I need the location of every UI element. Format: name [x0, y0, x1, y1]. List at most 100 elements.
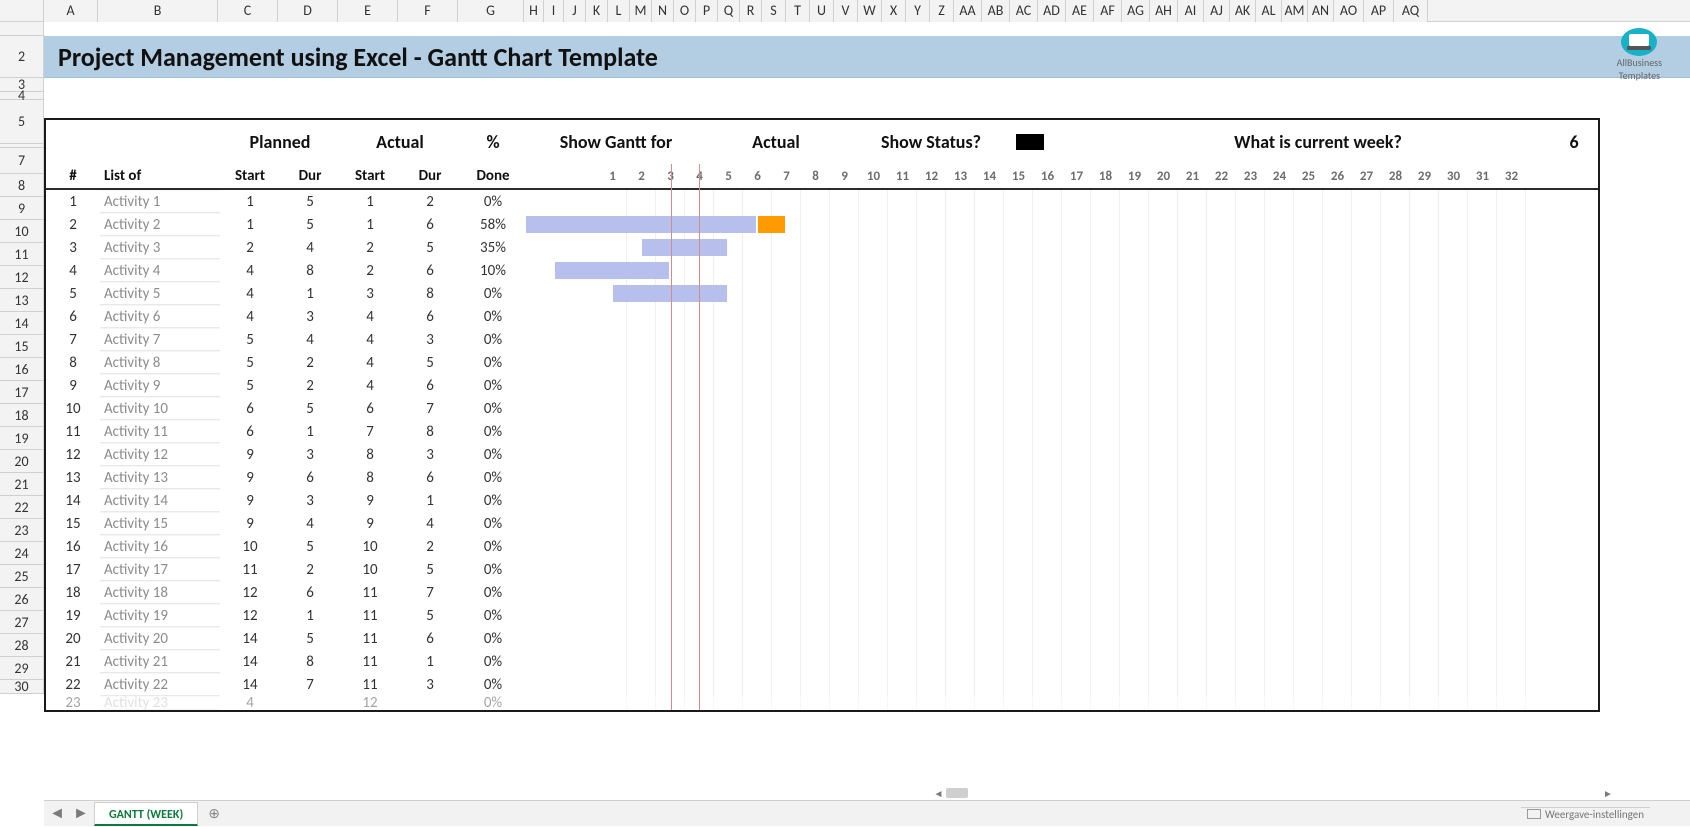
week-header-26[interactable]: 26: [1323, 169, 1352, 184]
task-row[interactable]: 22Activity 221471130%: [46, 673, 1598, 696]
col-planned-start[interactable]: Start: [220, 167, 280, 185]
task-index[interactable]: 17: [46, 558, 100, 581]
week-header-21[interactable]: 21: [1178, 169, 1207, 184]
task-done[interactable]: 0%: [460, 397, 526, 420]
task-row[interactable]: 23Activity 234120%: [46, 696, 1598, 710]
planned-start[interactable]: 4: [220, 305, 280, 328]
planned-start[interactable]: 14: [220, 627, 280, 650]
week-header-31[interactable]: 31: [1468, 169, 1497, 184]
actual-start[interactable]: 9: [340, 512, 400, 535]
col-header-AP[interactable]: AP: [1364, 0, 1394, 22]
task-done[interactable]: 0%: [460, 512, 526, 535]
week-header-16[interactable]: 16: [1033, 169, 1062, 184]
actual-dur[interactable]: 7: [400, 397, 460, 420]
planned-dur[interactable]: 2: [280, 558, 340, 581]
task-index[interactable]: 6: [46, 305, 100, 328]
task-index[interactable]: 3: [46, 236, 100, 259]
planned-start[interactable]: 5: [220, 351, 280, 374]
task-done[interactable]: 0%: [460, 466, 526, 489]
week-header-5[interactable]: 5: [714, 169, 743, 184]
task-row[interactable]: 16Activity 161051020%: [46, 535, 1598, 558]
week-header-10[interactable]: 10: [859, 169, 888, 184]
actual-dur[interactable]: 6: [400, 305, 460, 328]
planned-dur[interactable]: [280, 696, 340, 710]
column-headers[interactable]: ABCDEFGHIJKLMNOPQRSTUVWXYZAAABACADAEAFAG…: [0, 0, 1690, 22]
task-name[interactable]: Activity 18: [100, 581, 220, 604]
planned-start[interactable]: 1: [220, 213, 280, 236]
task-done[interactable]: 0%: [460, 420, 526, 443]
task-name[interactable]: Activity 5: [100, 282, 220, 305]
planned-start[interactable]: 14: [220, 673, 280, 696]
col-header-AD[interactable]: AD: [1038, 0, 1066, 22]
tab-prev-icon[interactable]: ◄: [49, 804, 65, 823]
week-header-20[interactable]: 20: [1149, 169, 1178, 184]
task-name[interactable]: Activity 21: [100, 650, 220, 673]
actual-dur[interactable]: 1: [400, 650, 460, 673]
row-header-29[interactable]: 29: [0, 657, 44, 680]
actual-dur[interactable]: 2: [400, 190, 460, 213]
task-index[interactable]: 16: [46, 535, 100, 558]
task-done[interactable]: 0%: [460, 443, 526, 466]
task-done[interactable]: 0%: [460, 535, 526, 558]
col-actual-start[interactable]: Start: [340, 167, 400, 185]
col-header-AA[interactable]: AA: [954, 0, 982, 22]
col-header-AK[interactable]: AK: [1230, 0, 1256, 22]
task-row[interactable]: 10Activity 1065670%: [46, 397, 1598, 420]
actual-dur[interactable]: 8: [400, 282, 460, 305]
col-header-K[interactable]: K: [586, 0, 608, 22]
row-header-7[interactable]: 7: [0, 148, 44, 174]
row-header-30[interactable]: 30: [0, 680, 44, 694]
actual-start[interactable]: 3: [340, 282, 400, 305]
actual-dur[interactable]: 1: [400, 489, 460, 512]
week-header-7[interactable]: 7: [772, 169, 801, 184]
planned-start[interactable]: 2: [220, 236, 280, 259]
col-header-AB[interactable]: AB: [982, 0, 1010, 22]
actual-start[interactable]: 11: [340, 604, 400, 627]
week-header-6[interactable]: 6: [743, 169, 772, 184]
row-header-10[interactable]: 10: [0, 220, 44, 243]
week-header-22[interactable]: 22: [1207, 169, 1236, 184]
row-header-22[interactable]: 22: [0, 496, 44, 519]
week-header-2[interactable]: 2: [627, 169, 656, 184]
task-row[interactable]: 12Activity 1293830%: [46, 443, 1598, 466]
actual-dur[interactable]: [400, 696, 460, 710]
col-header-AN[interactable]: AN: [1308, 0, 1334, 22]
row-header-17[interactable]: 17: [0, 381, 44, 404]
col-header-Y[interactable]: Y: [906, 0, 930, 22]
col-header-O[interactable]: O: [674, 0, 696, 22]
actual-start[interactable]: 11: [340, 650, 400, 673]
row-header-5[interactable]: 5: [0, 100, 44, 144]
planned-start[interactable]: 1: [220, 190, 280, 213]
col-header-V[interactable]: V: [834, 0, 858, 22]
col-header-AH[interactable]: AH: [1150, 0, 1178, 22]
planned-start[interactable]: 12: [220, 581, 280, 604]
task-index[interactable]: 20: [46, 627, 100, 650]
actual-dur[interactable]: 8: [400, 420, 460, 443]
task-row[interactable]: 20Activity 201451160%: [46, 627, 1598, 650]
worksheet[interactable]: Project Management using Excel - Gantt C…: [44, 22, 1690, 800]
task-name[interactable]: Activity 16: [100, 535, 220, 558]
actual-dur[interactable]: 6: [400, 374, 460, 397]
tab-nav[interactable]: ◄ ►: [44, 804, 94, 823]
col-header-Z[interactable]: Z: [930, 0, 954, 22]
col-header-D[interactable]: D: [278, 0, 338, 22]
row-header-28[interactable]: 28: [0, 634, 44, 657]
task-row[interactable]: 2Activity 2151658%: [46, 213, 1598, 236]
col-header-B[interactable]: B: [98, 0, 218, 22]
task-row[interactable]: 4Activity 4482610%: [46, 259, 1598, 282]
task-row[interactable]: 15Activity 1594940%: [46, 512, 1598, 535]
task-name[interactable]: Activity 1: [100, 190, 220, 213]
col-header-AG[interactable]: AG: [1122, 0, 1150, 22]
col-header-AL[interactable]: AL: [1256, 0, 1282, 22]
planned-dur[interactable]: 4: [280, 236, 340, 259]
col-done[interactable]: Done: [460, 167, 526, 185]
col-header-G[interactable]: G: [458, 0, 524, 22]
task-name[interactable]: Activity 12: [100, 443, 220, 466]
planned-start[interactable]: 4: [220, 282, 280, 305]
task-index[interactable]: 15: [46, 512, 100, 535]
row-header-19[interactable]: 19: [0, 427, 44, 450]
week-header-19[interactable]: 19: [1120, 169, 1149, 184]
planned-start[interactable]: 4: [220, 259, 280, 282]
planned-dur[interactable]: 3: [280, 489, 340, 512]
task-name[interactable]: Activity 7: [100, 328, 220, 351]
